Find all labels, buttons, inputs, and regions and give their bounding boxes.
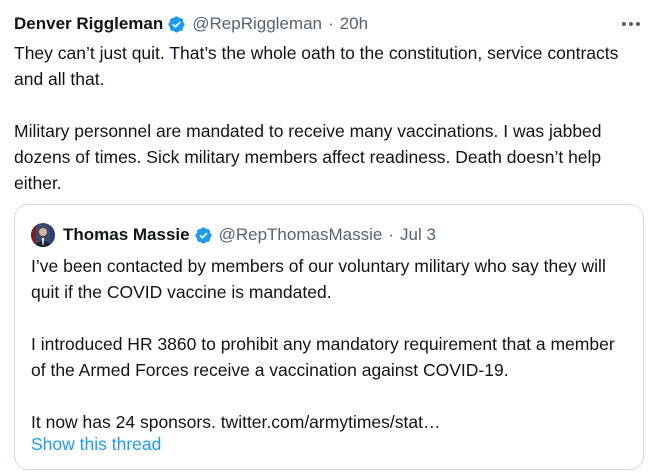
quoted-tweet-text: I’ve been contacted by members of our vo… — [31, 253, 631, 435]
quoted-tweet-paragraph: I introduced HR 3860 to prohibit any man… — [31, 334, 615, 380]
quoted-tweet-date[interactable]: Jul 3 — [400, 223, 436, 247]
more-dot — [629, 22, 633, 26]
author-name[interactable]: Denver Riggleman — [14, 12, 163, 36]
tweet-text: They can’t just quit. That’s the whole o… — [14, 40, 634, 196]
tweet[interactable]: Denver Riggleman @RepRiggleman · 20h The… — [0, 0, 659, 476]
separator-dot: · — [388, 225, 394, 244]
avatar[interactable] — [31, 223, 55, 247]
verified-badge-icon — [194, 226, 213, 245]
quoted-author-name[interactable]: Thomas Massie — [63, 223, 190, 247]
tweet-header: Denver Riggleman @RepRiggleman · 20h — [14, 12, 368, 36]
tweet-paragraph: They can’t just quit. That’s the whole o… — [14, 43, 619, 89]
author-handle[interactable]: @RepRiggleman — [192, 12, 322, 36]
show-thread-link[interactable]: Show this thread — [31, 431, 161, 457]
quoted-author-handle[interactable]: @RepThomasMassie — [219, 223, 383, 247]
more-dot — [636, 22, 640, 26]
quoted-tweet-header: Thomas Massie @RepThomasMassie · Jul 3 — [31, 223, 436, 247]
tweet-paragraph: Military personnel are mandated to recei… — [14, 121, 602, 193]
quoted-tweet-paragraph: I’ve been contacted by members of our vo… — [31, 256, 606, 302]
tweet-timestamp[interactable]: 20h — [340, 12, 368, 36]
separator-dot: · — [327, 14, 334, 33]
quoted-tweet-card[interactable]: Thomas Massie @RepThomasMassie · Jul 3 I… — [14, 204, 644, 470]
more-options-icon[interactable] — [619, 14, 643, 34]
more-dot — [622, 22, 626, 26]
verified-badge-icon — [167, 15, 186, 34]
